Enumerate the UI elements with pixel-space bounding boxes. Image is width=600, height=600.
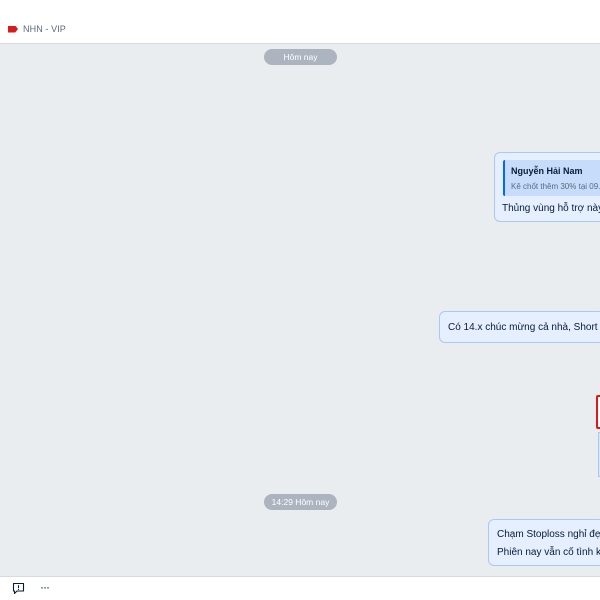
message-bubble[interactable]: Chạm Stoploss nghỉ đẹp Phiên nay vẫn cố … (488, 519, 600, 566)
image-message-thumbnail[interactable] (596, 395, 600, 429)
quoted-message[interactable]: Nguyễn Hải Nam Kê chốt thêm 30% tại 09. (503, 160, 600, 196)
message-text: Thủng vùng hỗ trợ này (502, 203, 600, 214)
chat-window: NHN - VIP Hôm nay Nguyễn Hải Nam Kê chốt… (0, 0, 600, 600)
message-text: Có 14.x chúc mừng cả nhà, Short cứ (448, 322, 600, 333)
chat-header: NHN - VIP (0, 0, 600, 44)
feedback-icon[interactable] (12, 582, 25, 595)
time-separator: 14:29 Hôm nay (264, 494, 337, 510)
quote-text: Kê chốt thêm 30% tại 09. (511, 182, 600, 191)
quote-author: Nguyễn Hải Nam (511, 166, 583, 176)
composer-toolbar: ··· (0, 576, 600, 600)
message-bubble-reply[interactable]: Nguyễn Hải Nam Kê chốt thêm 30% tại 09. … (494, 152, 600, 222)
message-text-line: Phiên nay vẫn cố tình kéo (497, 547, 600, 558)
label-tag-icon (8, 25, 18, 33)
date-separator: Hôm nay (264, 49, 337, 65)
message-bubble[interactable]: Có 14.x chúc mừng cả nhà, Short cứ (439, 311, 600, 343)
conversation-tag[interactable]: NHN - VIP (8, 24, 66, 34)
message-list[interactable]: Hôm nay Nguyễn Hải Nam Kê chốt thêm 30% … (0, 44, 600, 576)
more-icon[interactable]: ··· (40, 581, 54, 595)
tag-label: NHN - VIP (23, 24, 66, 34)
message-text-line: Chạm Stoploss nghỉ đẹp (497, 529, 600, 540)
